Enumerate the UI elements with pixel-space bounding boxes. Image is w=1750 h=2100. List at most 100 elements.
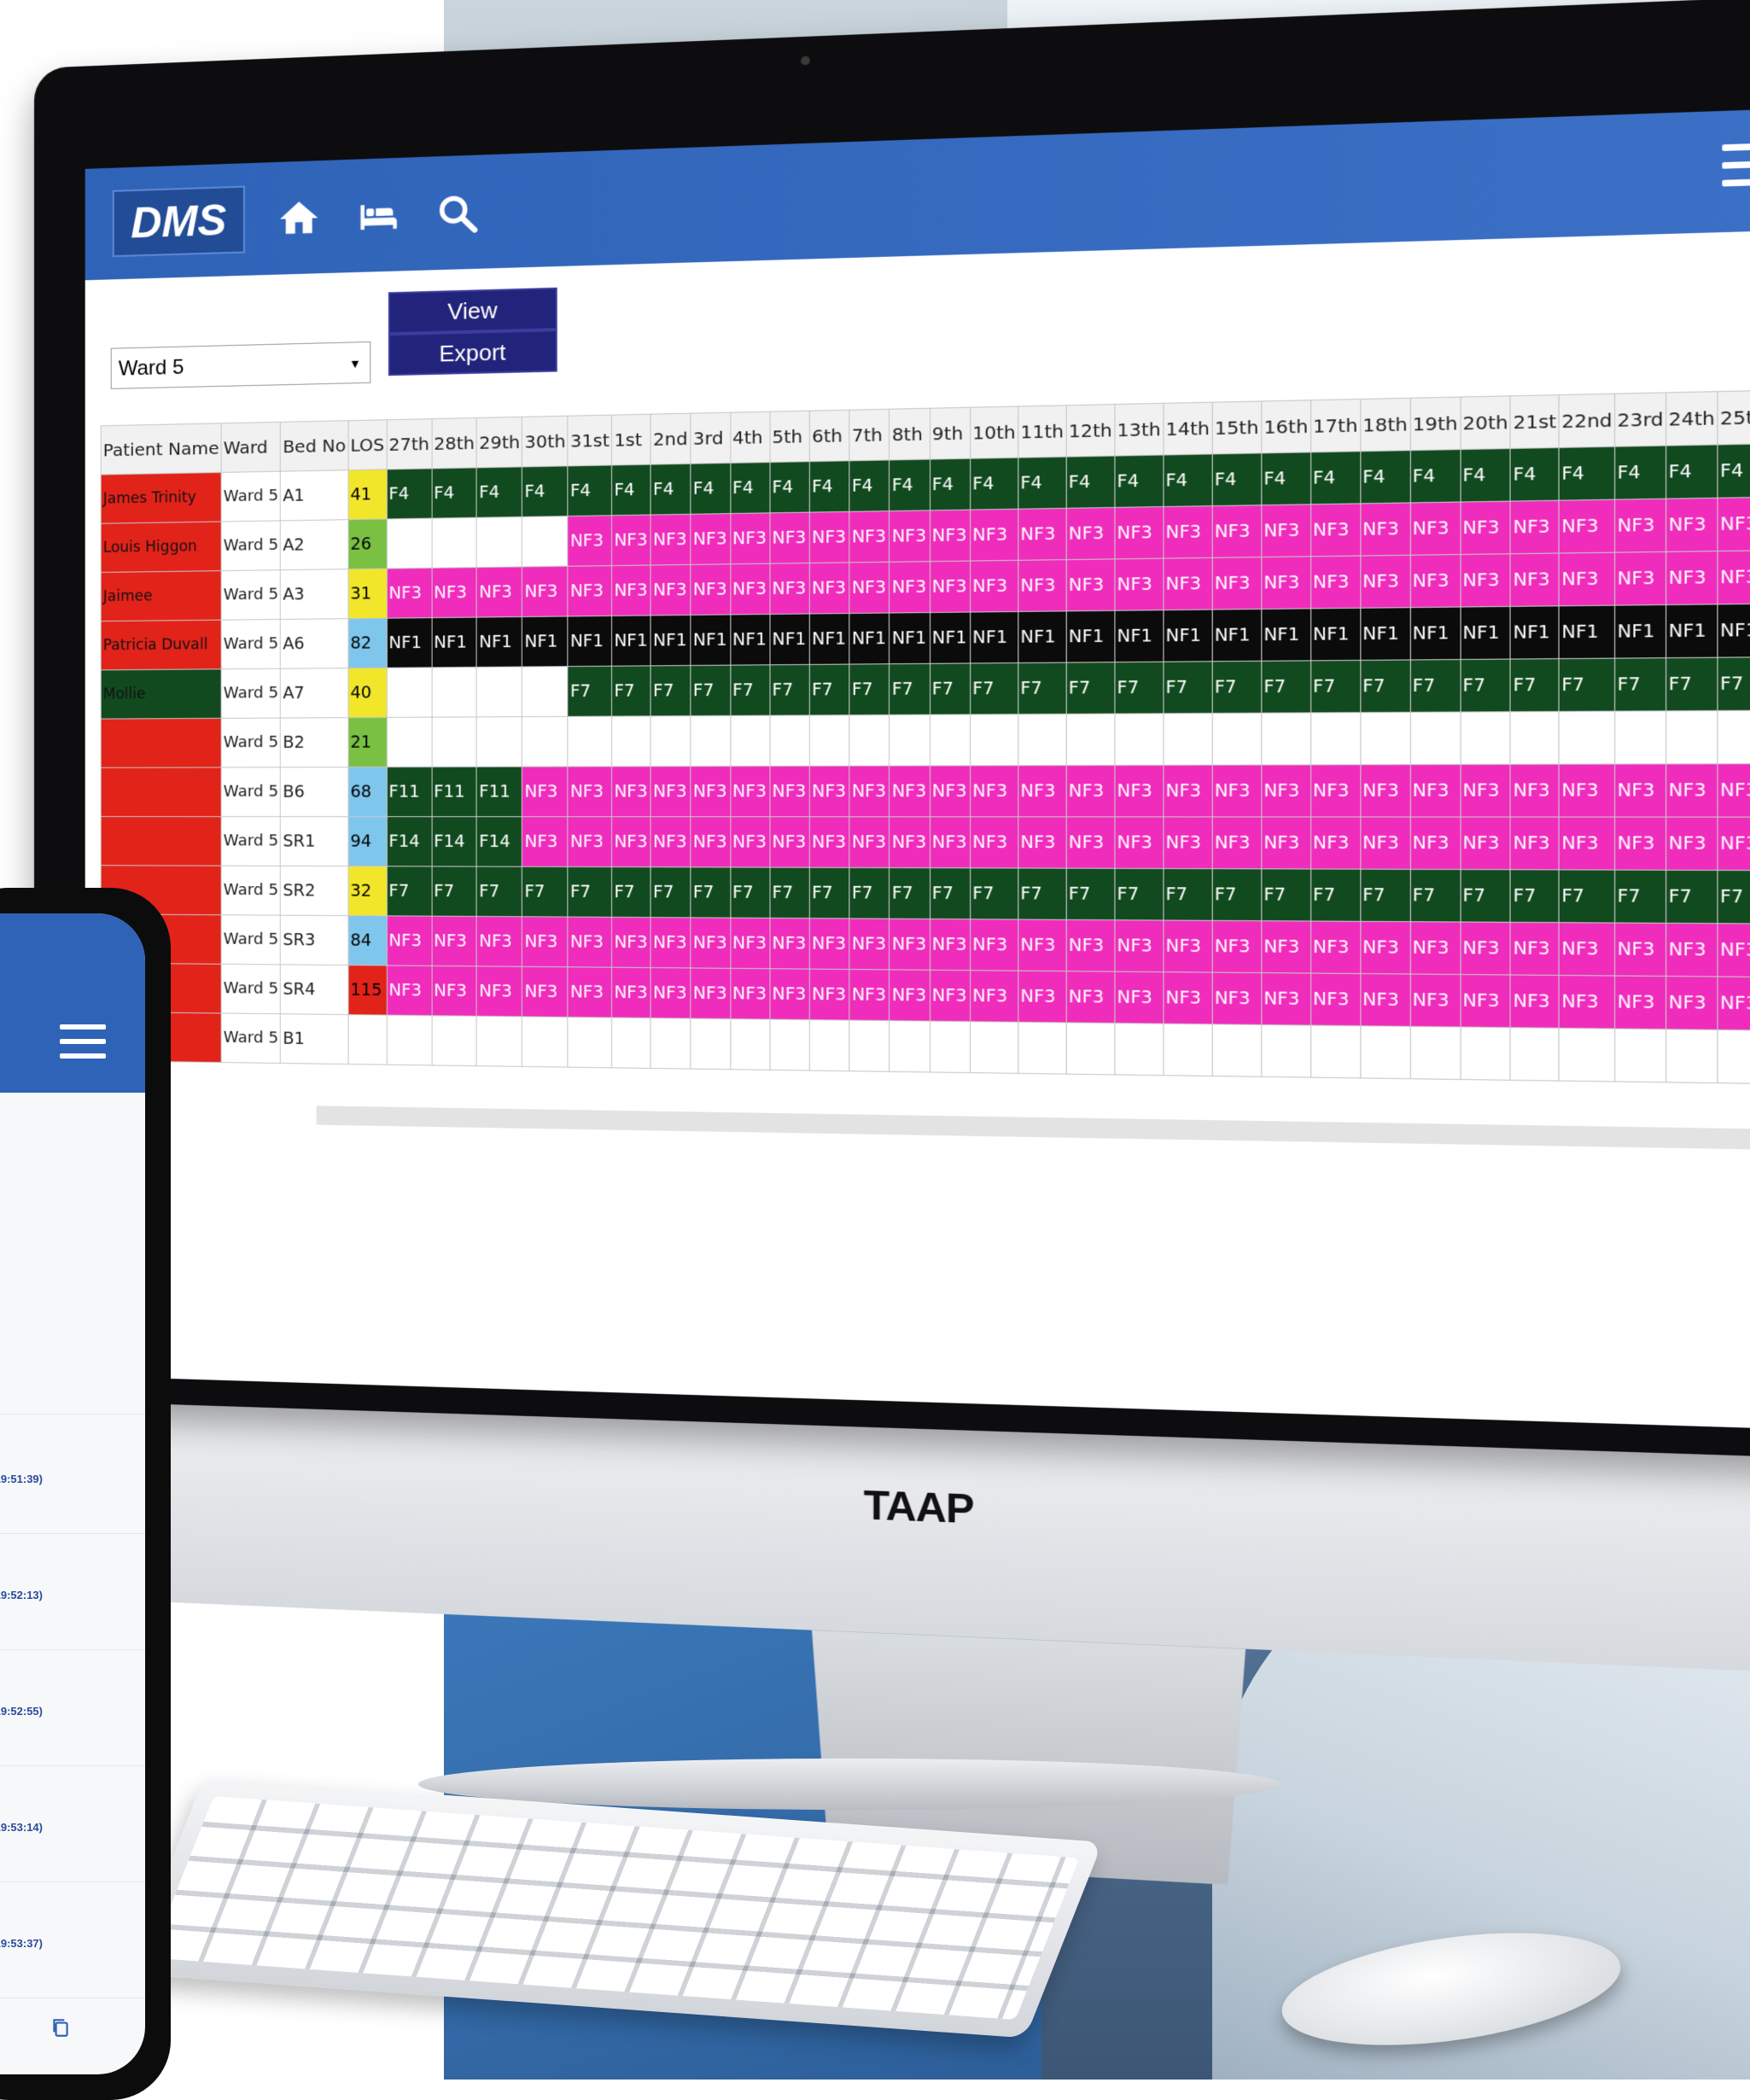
status-cell[interactable]: NF3 bbox=[1065, 971, 1115, 1024]
status-cell[interactable] bbox=[1409, 1026, 1461, 1080]
status-cell[interactable]: F7 bbox=[568, 666, 612, 717]
status-cell[interactable]: F7 bbox=[1114, 868, 1164, 921]
ward-cell[interactable]: Ward 5 bbox=[221, 718, 281, 767]
status-cell[interactable]: F7 bbox=[691, 866, 731, 919]
status-cell[interactable] bbox=[522, 1016, 569, 1068]
status-cell[interactable]: NF3 bbox=[1510, 500, 1560, 554]
status-cell[interactable]: NF1 bbox=[1065, 610, 1115, 663]
status-cell[interactable]: NF3 bbox=[1114, 971, 1164, 1024]
status-cell[interactable]: NF3 bbox=[849, 969, 890, 1021]
status-cell[interactable]: NF3 bbox=[1717, 497, 1750, 551]
status-cell[interactable]: NF1 bbox=[1717, 604, 1750, 658]
status-cell[interactable]: NF3 bbox=[970, 919, 1018, 971]
bed-cell[interactable]: A3 bbox=[280, 569, 348, 620]
status-cell[interactable]: NF3 bbox=[1114, 919, 1164, 972]
status-cell[interactable]: F14 bbox=[476, 816, 522, 867]
status-cell[interactable]: NF3 bbox=[809, 511, 850, 563]
status-cell[interactable]: NF3 bbox=[970, 816, 1018, 868]
status-cell[interactable]: NF1 bbox=[1360, 607, 1410, 661]
status-cell[interactable] bbox=[1211, 1024, 1262, 1077]
col-date[interactable]: 17th bbox=[1310, 399, 1361, 452]
status-cell[interactable]: NF1 bbox=[476, 616, 522, 668]
status-cell[interactable]: NF3 bbox=[1559, 922, 1615, 977]
ward-cell[interactable]: Ward 5 bbox=[221, 619, 281, 669]
col-date[interactable]: 11th bbox=[1018, 405, 1066, 458]
status-cell[interactable]: NF1 bbox=[1665, 604, 1718, 658]
phone-list-item[interactable]: 19:53:37) bbox=[0, 1881, 145, 1998]
status-cell[interactable]: F4 bbox=[970, 458, 1018, 510]
los-cell[interactable]: 94 bbox=[347, 816, 387, 866]
ward-cell[interactable]: Ward 5 bbox=[221, 569, 281, 621]
status-cell[interactable] bbox=[611, 1017, 651, 1069]
status-cell[interactable] bbox=[1018, 714, 1066, 766]
table-row[interactable]: Ward 5 SR1 94 F14 F14 F14 NF3 NF3 NF3 NF3 NF3 NF3 NF… bbox=[101, 816, 1750, 871]
status-cell[interactable]: NF3 bbox=[386, 965, 432, 1016]
los-cell[interactable]: 21 bbox=[347, 717, 387, 767]
status-cell[interactable] bbox=[730, 715, 770, 767]
status-cell[interactable] bbox=[1665, 710, 1718, 764]
table-row[interactable]: Ward 5 B2 21 bbox=[101, 710, 1750, 768]
patient-name-cell[interactable]: Jaimee bbox=[101, 570, 222, 621]
col-date[interactable]: 29th bbox=[476, 417, 522, 468]
ward-cell[interactable]: Ward 5 bbox=[221, 767, 281, 817]
status-cell[interactable]: NF3 bbox=[769, 816, 810, 868]
status-cell[interactable]: NF3 bbox=[1211, 816, 1262, 869]
status-cell[interactable] bbox=[809, 1019, 850, 1071]
status-cell[interactable]: NF3 bbox=[1065, 919, 1115, 972]
status-cell[interactable]: NF3 bbox=[930, 561, 971, 613]
status-cell[interactable] bbox=[431, 1015, 477, 1066]
col-date[interactable]: 9th bbox=[930, 407, 971, 460]
status-cell[interactable]: NF3 bbox=[1510, 764, 1560, 818]
ward-cell[interactable]: Ward 5 bbox=[221, 520, 281, 571]
status-cell[interactable]: F4 bbox=[1409, 449, 1461, 503]
patient-name-cell[interactable] bbox=[101, 718, 222, 768]
status-cell[interactable]: F4 bbox=[1018, 457, 1066, 510]
status-cell[interactable]: F4 bbox=[730, 462, 770, 514]
patient-name-cell[interactable] bbox=[101, 767, 222, 817]
status-cell[interactable] bbox=[522, 516, 569, 567]
status-cell[interactable] bbox=[568, 716, 612, 767]
status-cell[interactable] bbox=[1510, 1027, 1560, 1082]
status-cell[interactable]: F7 bbox=[522, 866, 569, 918]
status-cell[interactable]: NF1 bbox=[769, 613, 810, 665]
status-cell[interactable]: NF3 bbox=[1510, 553, 1560, 607]
status-cell[interactable] bbox=[431, 667, 477, 718]
status-cell[interactable]: F7 bbox=[1310, 868, 1361, 922]
status-cell[interactable]: NF3 bbox=[1460, 553, 1511, 608]
status-cell[interactable] bbox=[691, 1018, 731, 1070]
status-cell[interactable]: NF3 bbox=[650, 766, 691, 817]
status-cell[interactable]: NF3 bbox=[691, 917, 731, 969]
hamburger-menu-icon[interactable] bbox=[1722, 143, 1750, 191]
ward-cell[interactable]: Ward 5 bbox=[221, 866, 281, 916]
status-cell[interactable]: NF3 bbox=[809, 562, 850, 614]
status-cell[interactable]: NF3 bbox=[930, 970, 971, 1022]
status-cell[interactable]: NF3 bbox=[1310, 816, 1361, 870]
status-cell[interactable] bbox=[769, 1019, 810, 1071]
status-cell[interactable]: NF3 bbox=[1665, 763, 1718, 818]
bed-cell[interactable]: A1 bbox=[280, 470, 348, 521]
ward-cell[interactable]: Ward 5 bbox=[221, 816, 281, 866]
status-cell[interactable]: NF3 bbox=[1065, 765, 1115, 817]
status-cell[interactable]: NF3 bbox=[1559, 552, 1615, 606]
los-cell[interactable]: 32 bbox=[347, 866, 387, 916]
status-cell[interactable]: F4 bbox=[1510, 447, 1560, 502]
los-cell[interactable]: 82 bbox=[347, 618, 387, 668]
bed-cell[interactable]: SR3 bbox=[280, 915, 348, 965]
status-cell[interactable]: NF1 bbox=[849, 613, 890, 665]
status-cell[interactable]: NF3 bbox=[1211, 765, 1262, 817]
status-cell[interactable]: NF3 bbox=[1211, 920, 1262, 973]
col-date[interactable]: 27th bbox=[386, 418, 432, 470]
status-cell[interactable]: NF3 bbox=[970, 560, 1018, 613]
status-cell[interactable]: NF3 bbox=[1717, 977, 1750, 1031]
status-cell[interactable]: NF1 bbox=[691, 614, 731, 666]
status-cell[interactable]: F7 bbox=[1211, 661, 1262, 714]
search-icon[interactable] bbox=[433, 190, 482, 236]
los-cell[interactable]: 41 bbox=[347, 469, 387, 520]
status-cell[interactable]: NF1 bbox=[1018, 610, 1066, 663]
status-cell[interactable]: NF3 bbox=[1360, 816, 1410, 870]
status-cell[interactable]: F7 bbox=[650, 866, 691, 918]
status-cell[interactable]: F4 bbox=[568, 464, 612, 516]
status-cell[interactable]: NF3 bbox=[568, 816, 612, 867]
status-cell[interactable] bbox=[386, 717, 432, 767]
status-cell[interactable] bbox=[889, 715, 930, 767]
